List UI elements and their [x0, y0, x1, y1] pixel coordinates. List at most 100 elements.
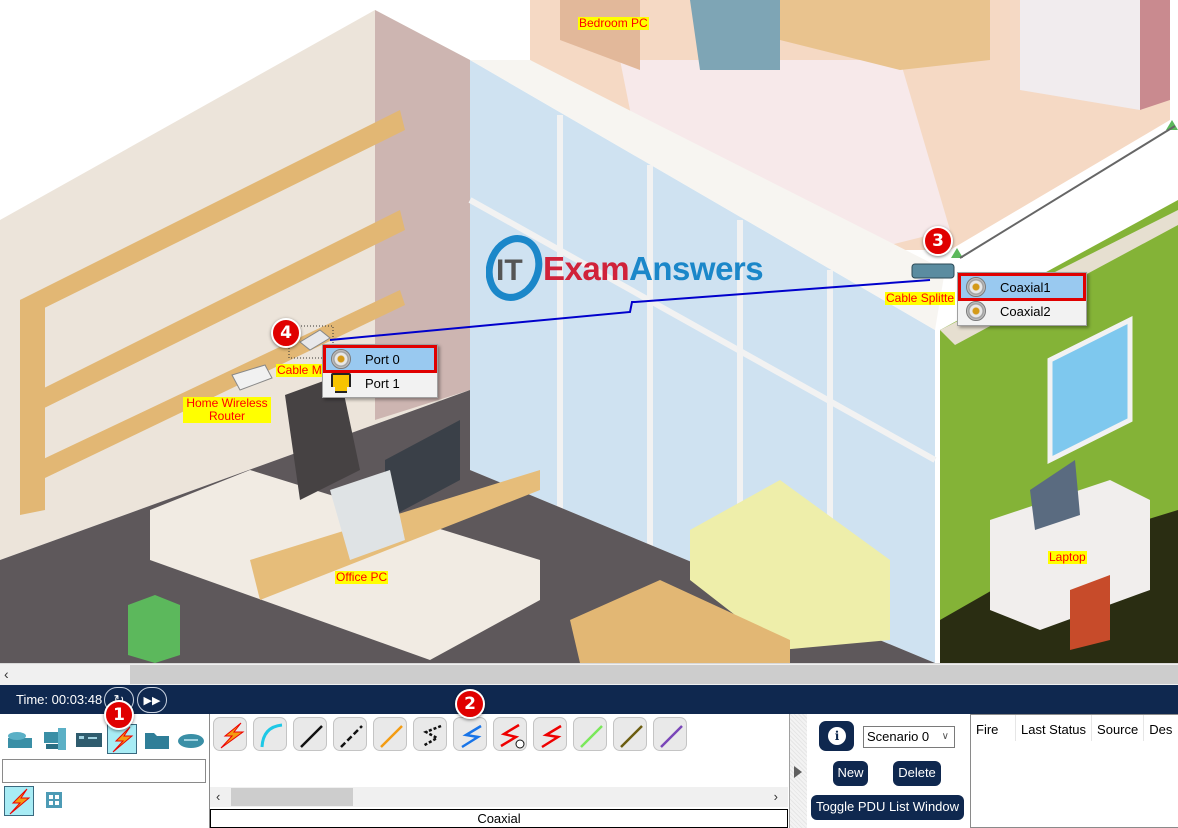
coaxial-port-icon — [966, 301, 986, 321]
scroll-right-icon[interactable]: › — [774, 789, 778, 804]
label-home-wireless-router-line2: Router — [208, 409, 246, 423]
cable-button-automatic[interactable] — [213, 717, 247, 751]
coaxial-port-icon — [331, 349, 351, 369]
watermark-text: ExamAnswers — [543, 250, 764, 288]
category-network-devices[interactable] — [5, 724, 35, 754]
label-cable-splitter[interactable]: Cable Splitte — [885, 292, 956, 305]
menu-item-label: Coaxial2 — [1000, 303, 1051, 319]
selected-connection-name: Coaxial — [210, 809, 788, 828]
lightning-icon — [9, 788, 31, 815]
scenario-select-value: Scenario 0 — [867, 729, 930, 744]
bedroom-chair — [690, 0, 780, 70]
cable-button-fiber[interactable] — [373, 717, 407, 751]
module-board-icon — [76, 733, 102, 747]
expand-arrow-icon[interactable] — [794, 766, 802, 778]
svg-text:IT: IT — [496, 254, 523, 287]
crossover-icon — [340, 725, 363, 748]
cable-button-coaxial[interactable] — [453, 717, 487, 751]
category-components[interactable] — [74, 724, 104, 754]
scroll-left-icon[interactable]: ‹ — [216, 789, 220, 804]
house-background-image — [0, 0, 1178, 663]
serial-dte-icon — [541, 724, 562, 749]
folder-icon — [145, 733, 169, 749]
router-switch-icon — [8, 732, 32, 748]
column-header-destination[interactable]: Des — [1144, 715, 1177, 741]
label-laptop[interactable]: Laptop — [1048, 551, 1087, 564]
column-header-last-status[interactable]: Last Status — [1016, 715, 1093, 741]
cable-splitter-port-menu: Coaxial1 Coaxial2 — [957, 272, 1087, 326]
cable-button-serial-dte[interactable] — [533, 717, 567, 751]
coaxial-cable-icon — [461, 724, 482, 749]
menu-item-coaxial1[interactable]: Coaxial1 — [958, 273, 1086, 301]
step-badge-1: 1 — [104, 700, 134, 730]
menu-item-label: Port 0 — [365, 351, 400, 367]
menu-item-port-0[interactable]: Port 0 — [323, 345, 437, 373]
fiber-icon — [380, 725, 403, 748]
serial-dce-icon — [500, 723, 525, 749]
fast-forward-button[interactable]: ▶▶ — [137, 687, 167, 713]
delete-scenario-button[interactable]: Delete — [893, 761, 941, 786]
column-header-source[interactable]: Source — [1092, 715, 1145, 741]
new-scenario-button[interactable]: New — [833, 761, 868, 786]
iot-cable-icon — [620, 725, 643, 748]
scroll-left-icon[interactable]: ‹ — [4, 666, 9, 682]
cloud-icon — [178, 734, 204, 748]
logical-workspace[interactable]: IT ExamAnswers Bedroom PC Cable Splitte … — [0, 0, 1178, 663]
info-icon: i — [828, 727, 846, 745]
category-multiuser[interactable] — [176, 724, 206, 754]
pdu-table-header: Fire Last Status Source Des — [971, 715, 1178, 741]
label-office-pc[interactable]: Office PC — [335, 571, 389, 584]
ethernet-port-icon — [331, 373, 351, 393]
subcategory-grid[interactable] — [42, 788, 72, 818]
column-header-fire[interactable]: Fire — [971, 715, 1016, 741]
menu-item-port-1[interactable]: Port 1 — [325, 371, 435, 395]
grid-icon — [46, 792, 62, 808]
cable-button-phone[interactable] — [413, 717, 447, 751]
bottom-toolbar: 1 2 ‹ › Coaxial i Scenario 0 ∨ New Delet… — [0, 689, 1178, 828]
cable-button-serial-dce[interactable] — [493, 717, 527, 751]
scenario-select[interactable]: Scenario 0 ∨ — [863, 726, 955, 748]
bedroom-wall-right — [1140, 0, 1170, 110]
scrollbar-thumb[interactable] — [130, 665, 1178, 684]
chevron-down-icon: ∨ — [941, 731, 949, 742]
cable-button-copper-straight-through[interactable] — [293, 717, 327, 751]
fast-forward-icon: ▶▶ — [143, 695, 161, 707]
step-badge-3: 3 — [923, 226, 953, 256]
cable-button-usb[interactable] — [653, 717, 687, 751]
menu-item-coaxial2[interactable]: Coaxial2 — [960, 299, 1084, 323]
green-box — [128, 595, 180, 663]
time-readout: Time: 00:03:48 — [16, 692, 103, 707]
cable-modem-port-menu: Port 0 Port 1 — [322, 344, 438, 398]
cable-button-console[interactable] — [253, 717, 287, 751]
cable-panel-scrollbar[interactable]: ‹ › — [210, 787, 788, 807]
step-badge-2: 2 — [455, 689, 485, 719]
device-search-input[interactable] — [2, 759, 206, 783]
octal-cable-icon — [580, 725, 603, 748]
cable-button-octal[interactable] — [573, 717, 607, 751]
scenario-info-button[interactable]: i — [819, 721, 854, 751]
panel-splitter[interactable] — [789, 714, 807, 828]
menu-item-label: Port 1 — [365, 375, 400, 391]
phone-cable-icon — [422, 724, 442, 748]
pc-icon — [44, 728, 66, 750]
label-cable-modem[interactable]: Cable M — [276, 364, 323, 377]
toggle-pdu-list-button[interactable]: Toggle PDU List Window — [811, 795, 964, 820]
cable-splitter-device[interactable] — [911, 263, 955, 279]
scenario-panel: i Scenario 0 ∨ New Delete Toggle PDU Lis… — [808, 714, 970, 828]
usb-cable-icon — [660, 725, 683, 748]
label-bedroom-pc[interactable]: Bedroom PC — [578, 17, 649, 30]
watermark-exam: Exam — [543, 250, 630, 287]
step-badge-4: 4 — [271, 318, 301, 348]
category-miscellaneous[interactable] — [142, 724, 172, 754]
itexamanswers-logo-icon: IT — [486, 235, 543, 301]
cable-button-copper-cross-over[interactable] — [333, 717, 367, 751]
scrollbar-thumb[interactable] — [231, 788, 353, 806]
category-end-devices[interactable] — [40, 724, 70, 754]
watermark-answers: Answers — [629, 250, 764, 287]
label-home-wireless-router[interactable]: Home Wireless Router — [183, 397, 271, 423]
device-type-panel: 1 — [0, 700, 208, 828]
pdu-list-table: Fire Last Status Source Des — [970, 714, 1178, 828]
workspace-horizontal-scrollbar[interactable]: ‹ — [0, 663, 1178, 685]
subcategory-connections[interactable] — [4, 786, 34, 816]
cable-button-iot-custom[interactable] — [613, 717, 647, 751]
